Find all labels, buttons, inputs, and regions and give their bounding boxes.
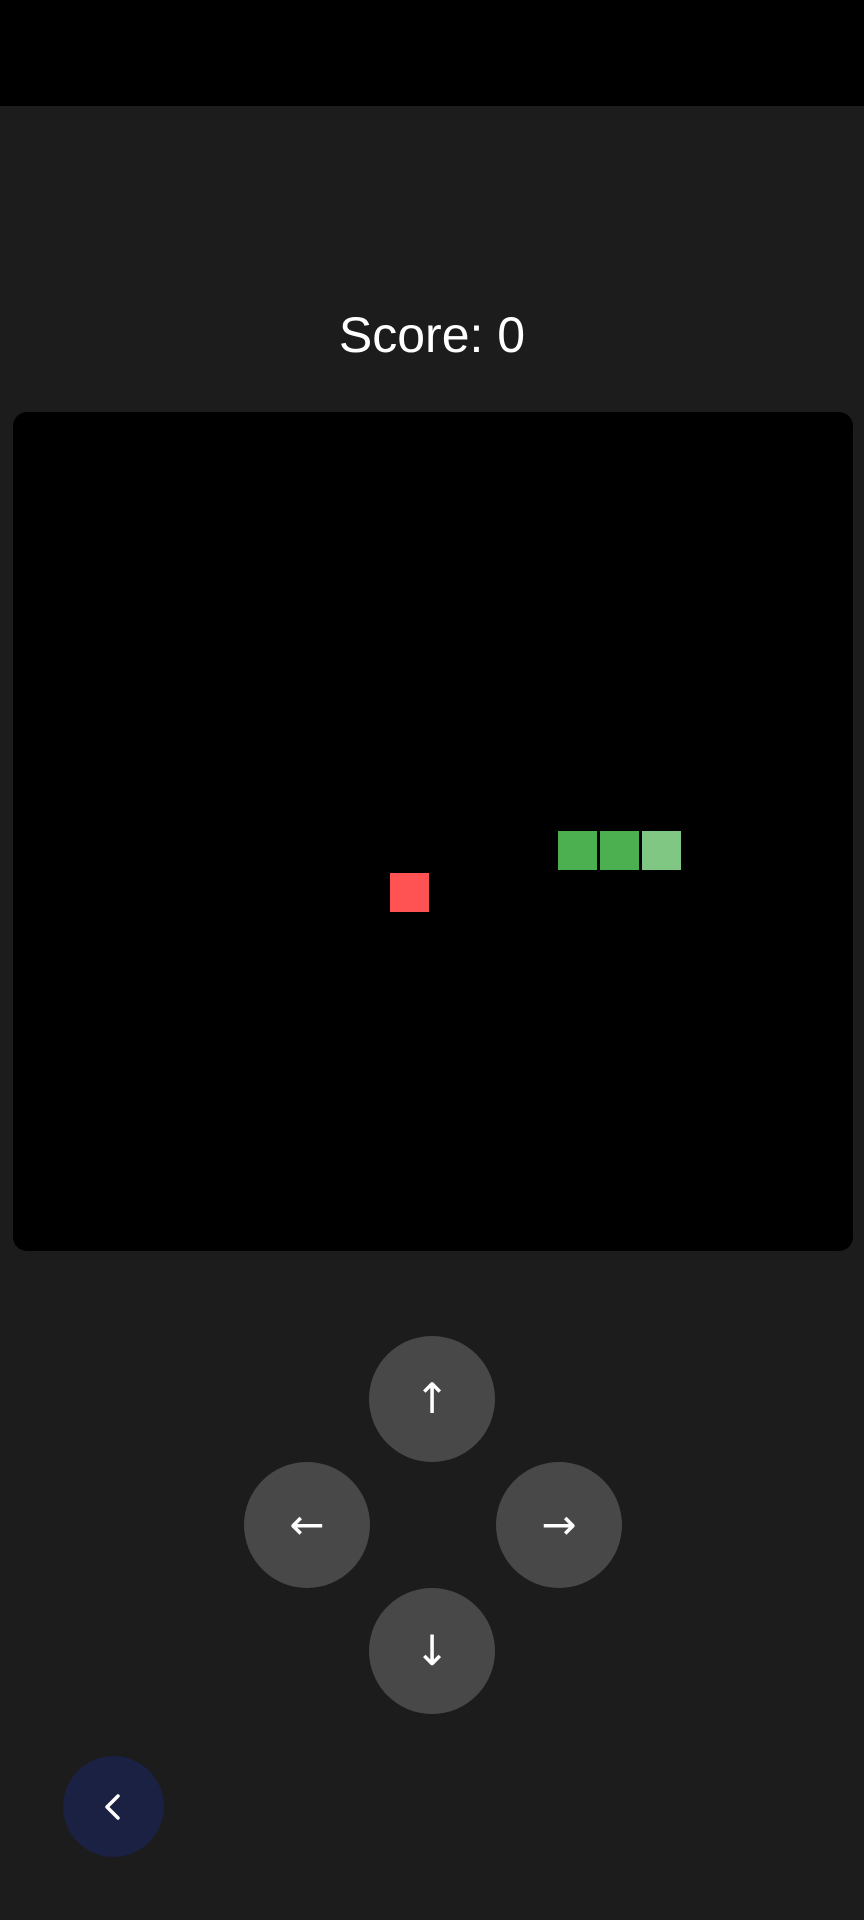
game-board (13, 412, 853, 1251)
status-bar (0, 0, 864, 106)
score-label: Score: 0 (338, 307, 526, 363)
down-button[interactable]: ↓ (369, 1588, 495, 1714)
arrow-down-icon: ↓ (414, 1626, 450, 1675)
chevron-left-icon (104, 1793, 120, 1820)
up-button[interactable]: ↑ (369, 1336, 495, 1462)
arrow-up-icon: ↑ (414, 1374, 450, 1423)
arrow-right-icon: → (541, 1500, 577, 1549)
snake-segment (558, 831, 597, 870)
left-button[interactable]: ← (244, 1462, 370, 1588)
snake-segment (600, 831, 639, 870)
snake-head (642, 831, 681, 870)
right-button[interactable]: → (496, 1462, 622, 1588)
arrow-left-icon: ← (289, 1500, 325, 1549)
food-item (390, 873, 429, 912)
game-screen: Score: 0 ↑ ← → ↓ (0, 0, 864, 1920)
back-button[interactable] (63, 1756, 164, 1857)
